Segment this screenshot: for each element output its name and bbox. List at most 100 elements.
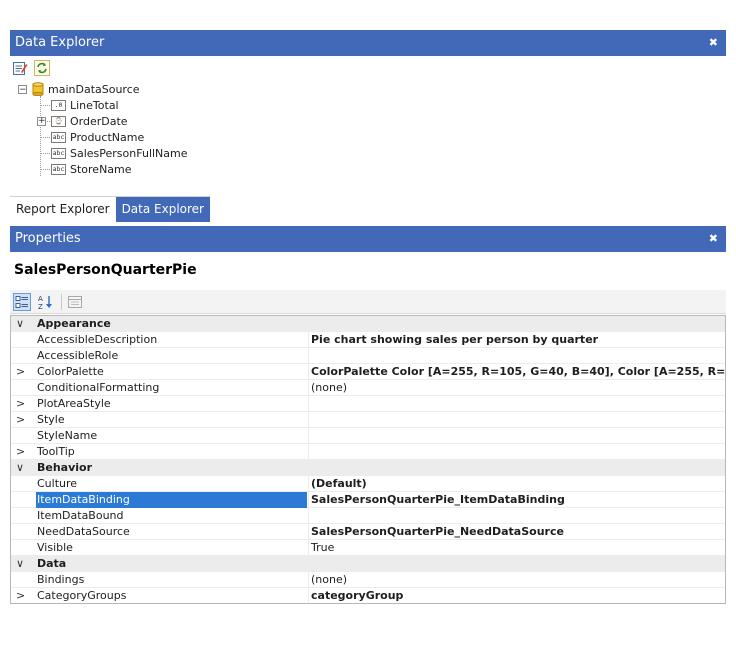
tab-data-explorer[interactable]: Data Explorer	[115, 197, 210, 222]
property-name: Bindings	[37, 573, 85, 586]
property-value[interactable]: True	[308, 540, 725, 556]
tree-item-label: SalesPersonFullName	[70, 146, 188, 160]
property-value[interactable]: ColorPalette Color [A=255, R=105, G=40, …	[308, 364, 725, 380]
property-value[interactable]: (none)	[308, 380, 725, 396]
tree-item-label: ProductName	[70, 130, 145, 144]
decimal-type-icon: .0	[51, 99, 66, 111]
row-spacer	[16, 380, 30, 396]
property-name: ToolTip	[37, 445, 75, 458]
property-name: CategoryGroups	[37, 589, 127, 602]
expand-chevron-icon[interactable]: >	[16, 364, 30, 380]
property-category-row[interactable]: ∨ Data	[11, 556, 725, 572]
property-row[interactable]: > Style	[11, 412, 725, 428]
property-category-row[interactable]: ∨ Appearance	[11, 316, 725, 332]
expand-chevron-icon[interactable]: >	[16, 588, 30, 603]
tree-item-field[interactable]: abc ProductName	[51, 129, 144, 145]
tree-item-field[interactable]: + ⌚ OrderDate	[37, 113, 128, 129]
property-grid: ∨ Appearance AccessibleDescription Pie char…	[10, 315, 726, 604]
property-row[interactable]: Visible True	[11, 540, 725, 556]
row-spacer	[16, 476, 30, 492]
property-name: AccessibleDescription	[37, 333, 158, 346]
property-row[interactable]: ItemDataBinding SalesPersonQuarterPie_Ite…	[11, 492, 725, 508]
property-value[interactable]: SalesPersonQuarterPie_ItemDataBinding	[308, 492, 725, 508]
property-value[interactable]: categoryGroup	[308, 588, 725, 603]
property-value[interactable]	[308, 508, 725, 524]
tree-item-field[interactable]: .0 LineTotal	[51, 97, 119, 113]
property-value[interactable]	[308, 412, 725, 428]
string-type-icon: abc	[51, 163, 66, 175]
refresh-icon[interactable]	[34, 60, 50, 76]
property-row[interactable]: ConditionalFormatting (none)	[11, 380, 725, 396]
expand-chevron-icon[interactable]: >	[16, 444, 30, 460]
row-spacer	[16, 492, 30, 508]
tree-item-label: StoreName	[70, 162, 132, 176]
property-row[interactable]: StyleName	[11, 428, 725, 444]
explorer-tabs: Report Explorer Data Explorer	[10, 196, 210, 222]
property-row[interactable]: > ColorPalette ColorPalette Color [A=255, …	[11, 364, 725, 380]
collapse-chevron-icon[interactable]: ∨	[16, 556, 30, 572]
property-name: Culture	[37, 477, 78, 490]
property-row[interactable]: Bindings (none)	[11, 572, 725, 588]
data-explorer-toolbar	[12, 60, 50, 78]
property-name: ConditionalFormatting	[37, 381, 160, 394]
property-value[interactable]: (Default)	[308, 476, 725, 492]
expand-chevron-icon[interactable]: >	[16, 412, 30, 428]
properties-title: Properties	[15, 231, 81, 246]
tree-connector	[40, 96, 41, 176]
tree-item-field[interactable]: abc StoreName	[51, 161, 132, 177]
collapse-chevron-icon[interactable]: ∨	[16, 316, 30, 332]
property-value[interactable]: Pie chart showing sales per person by qu…	[308, 332, 725, 348]
expand-icon[interactable]: +	[37, 116, 46, 126]
close-icon[interactable]: ✖	[709, 30, 718, 56]
property-value[interactable]	[308, 444, 725, 460]
properties-header: Properties ✖	[10, 226, 726, 252]
tree-item-maindatasource[interactable]: − mainDataSource	[18, 81, 140, 97]
property-row[interactable]: AccessibleRole	[11, 348, 725, 364]
tree-item-label: LineTotal	[70, 98, 119, 112]
property-row[interactable]: ItemDataBound	[11, 508, 725, 524]
property-name: ItemDataBound	[37, 509, 124, 522]
tree-item-label: OrderDate	[70, 114, 128, 128]
svg-text:Z: Z	[38, 303, 43, 311]
edit-datasource-icon[interactable]	[12, 60, 28, 76]
property-row[interactable]: AccessibleDescription Pie chart showing s…	[11, 332, 725, 348]
property-value[interactable]	[308, 396, 725, 412]
property-name: PlotAreaStyle	[37, 397, 111, 410]
property-name: AccessibleRole	[37, 349, 119, 362]
expand-chevron-icon[interactable]: >	[16, 396, 30, 412]
datetime-type-icon: ⌚	[51, 115, 66, 127]
collapse-chevron-icon[interactable]: ∨	[16, 460, 30, 476]
selected-object-name: SalesPersonQuarterPie	[14, 262, 197, 278]
categorized-icon[interactable]	[13, 293, 31, 311]
tree-item-label: mainDataSource	[48, 82, 140, 96]
property-category-row[interactable]: ∨ Behavior	[11, 460, 725, 476]
property-row[interactable]: > CategoryGroups categoryGroup	[11, 588, 725, 603]
alphabetical-sort-icon[interactable]: A Z	[37, 293, 55, 311]
properties-toolbar: A Z	[10, 290, 726, 314]
row-spacer	[16, 332, 30, 348]
property-value[interactable]	[308, 348, 725, 364]
svg-text:A: A	[38, 295, 43, 303]
row-spacer	[16, 524, 30, 540]
row-spacer	[16, 572, 30, 588]
property-name: Style	[37, 413, 65, 426]
property-name: ItemDataBinding	[36, 492, 307, 508]
property-row[interactable]: NeedDataSource SalesPersonQuarterPie_Need…	[11, 524, 725, 540]
property-value[interactable]	[308, 428, 725, 444]
property-name: Visible	[37, 541, 73, 554]
property-value[interactable]: SalesPersonQuarterPie_NeedDataSource	[308, 524, 725, 540]
property-value[interactable]: (none)	[308, 572, 725, 588]
property-row[interactable]: Culture (Default)	[11, 476, 725, 492]
property-pages-icon[interactable]	[66, 293, 84, 311]
collapse-icon[interactable]: −	[18, 84, 27, 94]
string-type-icon: abc	[51, 147, 66, 159]
data-explorer-header: Data Explorer ✖	[10, 30, 726, 56]
close-icon[interactable]: ✖	[709, 226, 718, 252]
property-name: NeedDataSource	[37, 525, 130, 538]
tree-item-field[interactable]: abc SalesPersonFullName	[51, 145, 188, 161]
property-row[interactable]: > ToolTip	[11, 444, 725, 460]
tab-report-explorer[interactable]: Report Explorer	[10, 197, 116, 222]
category-label: Appearance	[37, 317, 111, 330]
property-row[interactable]: > PlotAreaStyle	[11, 396, 725, 412]
property-name: ColorPalette	[37, 365, 104, 378]
